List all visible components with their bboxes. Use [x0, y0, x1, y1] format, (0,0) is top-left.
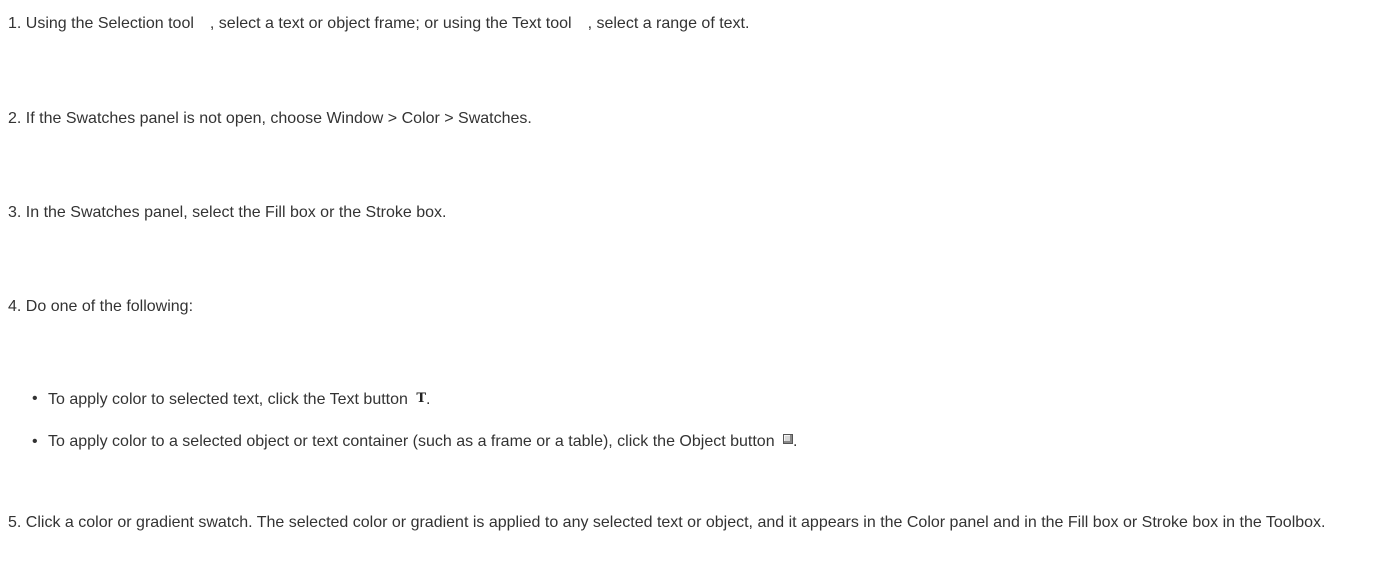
list-item-end: . [793, 433, 798, 450]
step-text-part: Using the Selection tool [25, 15, 194, 32]
list-item-text: To apply color to a selected object or t… [48, 433, 775, 450]
step-text: In the Swatches panel, select the Fill b… [25, 204, 447, 221]
list-item: • To apply color to a selected object or… [32, 431, 798, 453]
step-text: Do one of the following: [25, 298, 194, 315]
step-number: 1. [8, 15, 22, 32]
bullet-icon: • [32, 433, 38, 450]
step-2: 2. If the Swatches panel is not open, ch… [8, 108, 532, 130]
step-body: 5. Click a color or gradient swatch. The… [8, 512, 1368, 534]
step-text-part: , select a text or object frame; or usin… [209, 15, 572, 32]
step-number: 2. [8, 110, 22, 127]
list-item-text: To apply color to selected text, click t… [48, 391, 408, 408]
list-item-end: . [426, 391, 431, 408]
object-button-icon [783, 434, 794, 444]
step-4: 4. Do one of the following: [8, 296, 193, 318]
step-text: Click a color or gradient swatch. The se… [25, 514, 1326, 531]
step-3: 3. In the Swatches panel, select the Fil… [8, 202, 446, 224]
step-1: 1. Using the Selection tool , select a te… [8, 13, 749, 35]
step-text-part: , select a range of text. [587, 15, 750, 32]
step-5: 5. Click a color or gradient swatch. The… [8, 512, 1368, 534]
step-number: 4. [8, 298, 22, 315]
list-item: • To apply color to selected text, click… [32, 388, 431, 411]
step-text: If the Swatches panel is not open, choos… [25, 110, 532, 127]
step-text: Using the Selection tool , select a text … [26, 15, 750, 32]
text-button-icon: T [416, 391, 427, 406]
step-number: 3. [8, 204, 22, 221]
step-number: 5. [8, 514, 22, 531]
bullet-icon: • [32, 390, 38, 407]
